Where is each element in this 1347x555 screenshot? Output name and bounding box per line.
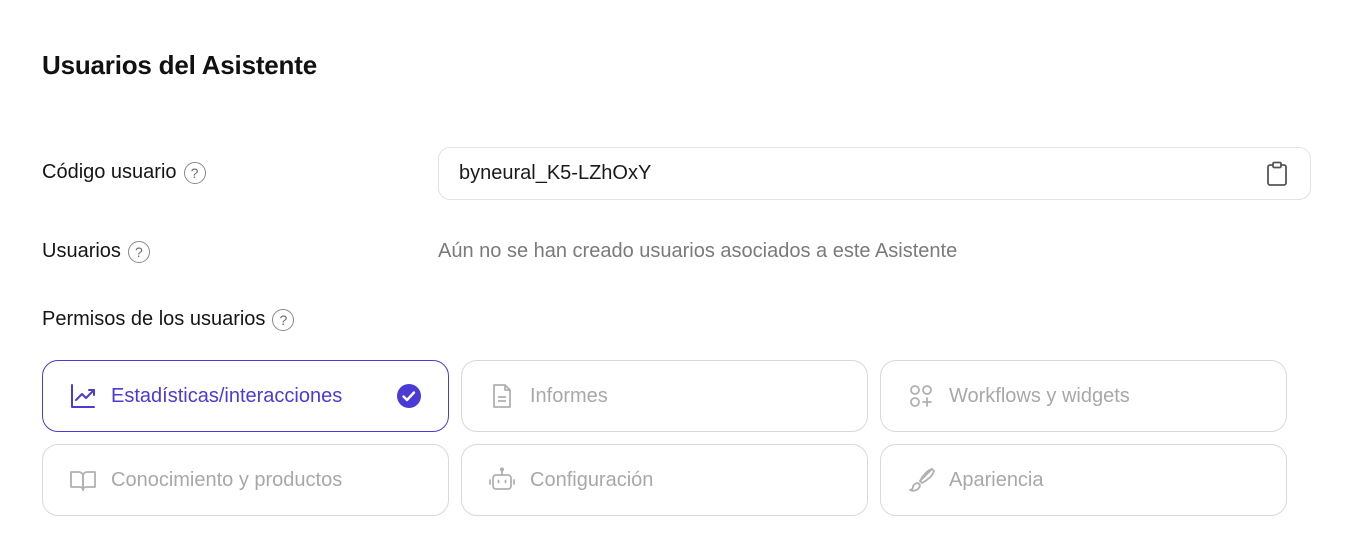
- users-label-row: Usuarios ?: [42, 240, 150, 263]
- paintbrush-icon: [907, 466, 935, 494]
- user-code-value: byneural_K5-LZhOxY: [459, 162, 652, 184]
- user-code-label-row: Código usuario ?: [42, 161, 206, 184]
- users-label: Usuarios: [42, 240, 121, 262]
- permission-label: Workflows y widgets: [949, 384, 1130, 407]
- permissions-label: Permisos de los usuarios: [42, 308, 266, 330]
- users-help-icon[interactable]: ?: [127, 240, 150, 263]
- permission-statistics[interactable]: Estadísticas/interacciones: [42, 360, 449, 432]
- user-code-help-icon[interactable]: ?: [183, 161, 206, 184]
- shapes-plus-icon: [907, 382, 935, 410]
- robot-icon: [488, 466, 516, 494]
- permission-reports[interactable]: Informes: [461, 360, 868, 432]
- permission-configuration[interactable]: Configuración: [461, 444, 868, 516]
- permission-label: Configuración: [530, 468, 654, 491]
- open-book-icon: [69, 466, 97, 494]
- permissions-help-icon[interactable]: ?: [272, 308, 295, 331]
- user-code-label: Código usuario: [42, 161, 177, 183]
- user-code-field[interactable]: byneural_K5-LZhOxY: [438, 147, 1311, 200]
- permission-label: Apariencia: [949, 468, 1044, 491]
- permission-label: Estadísticas/interacciones: [111, 384, 343, 407]
- permission-appearance[interactable]: Apariencia: [880, 444, 1287, 516]
- check-circle-icon: [396, 383, 422, 409]
- permission-label: Conocimiento y productos: [111, 468, 343, 491]
- document-icon: [488, 382, 516, 410]
- permission-workflows[interactable]: Workflows y widgets: [880, 360, 1287, 432]
- permission-knowledge[interactable]: Conocimiento y productos: [42, 444, 449, 516]
- permissions-grid: Estadísticas/interacciones Informes Work…: [42, 360, 1287, 516]
- users-empty-message: Aún no se han creado usuarios asociados …: [438, 240, 958, 262]
- page-title: Usuarios del Asistente: [42, 50, 317, 80]
- permission-label: Informes: [530, 384, 608, 407]
- permissions-label-row: Permisos de los usuarios ?: [42, 308, 295, 331]
- clipboard-icon[interactable]: [1264, 161, 1290, 187]
- line-chart-icon: [69, 382, 97, 410]
